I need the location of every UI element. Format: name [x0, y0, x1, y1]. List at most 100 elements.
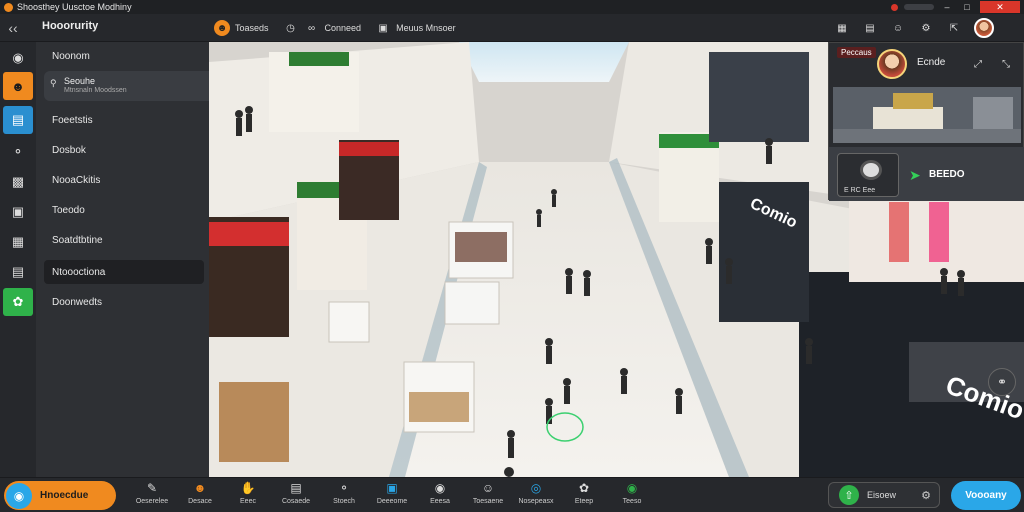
bottom-bar: ◉ Hnoecdue ✎ Oeserelee ☻ Desace ✋ Eeec ▤ Cos… — [0, 477, 1024, 512]
start-button[interactable]: ◉ Hnoecdue — [4, 481, 116, 510]
apps-icon: ✿ — [578, 481, 590, 495]
shield-icon[interactable]: ◉ — [3, 44, 33, 72]
grid-icon[interactable]: ▦ — [3, 228, 33, 256]
document-icon[interactable]: ▤ — [3, 106, 33, 134]
image-icon[interactable]: ▩ — [3, 168, 33, 196]
tool-0[interactable]: ✎ Oeserelee — [128, 480, 176, 512]
sidebar-item-0[interactable]: Noonom — [44, 44, 204, 68]
tool-label: Oeserelee — [135, 498, 169, 505]
top-toolbar: ‹‹ Hooorurity ☻ Toaseds ◷ ∞ Conneed ▣ Me… — [0, 14, 1024, 42]
share-label: Eisoew — [867, 490, 897, 500]
settings-icon[interactable]: ⚙ — [921, 489, 931, 502]
sidebar-item-2[interactable]: Dosbok — [44, 138, 204, 162]
app-window: Shoosthey Uusctoe Modhiny – □ ✕ ‹‹ Hooor… — [0, 0, 1024, 512]
leaf-icon[interactable]: ✿ — [3, 288, 33, 316]
scroll-icon[interactable]: ⚭ — [988, 368, 1016, 396]
icon-rail: ◉ ☻ ▤ ⚬ ▩ ▣ ▦ ▤ ✿ — [0, 42, 36, 477]
sidebar-item-3[interactable]: NooaCkitis — [44, 168, 204, 192]
link-icon: ∞ — [307, 22, 316, 34]
toolbar-item-label: Meuus Mnsoer — [396, 23, 456, 33]
primary-action-button[interactable]: Voooany — [951, 481, 1021, 510]
status-pill — [904, 4, 934, 10]
group-icon: ☻ — [193, 481, 207, 495]
window-controls: – □ ✕ — [891, 1, 1024, 13]
app-name: Hooorurity — [42, 20, 99, 32]
globe-icon: ◎ — [530, 481, 542, 495]
toolbar-items: ☻ Toaseds ◷ ∞ Conneed ▣ Meuus Mnsoer — [214, 18, 456, 38]
search-panel[interactable]: ⚲ Seouhe Mtnsnaln Moodssen ⚙ — [44, 71, 234, 101]
tool-8[interactable]: ◎ Nosepeasx — [512, 480, 560, 512]
connect-icon: ➤ — [909, 167, 921, 183]
back-icon[interactable]: ‹‹ — [4, 19, 22, 37]
window-title-area: Shoosthey Uusctoe Modhiny — [0, 2, 132, 12]
tool-label: Cosaede — [281, 498, 311, 505]
calendar-icon[interactable]: ▦ — [834, 20, 850, 36]
store-preview-image — [833, 87, 1021, 143]
bottom-tools: ✎ Oeserelee ☻ Desace ✋ Eeec ▤ Cosaede ⚬ Stoec… — [128, 480, 656, 512]
search-icon: ⚲ — [50, 78, 57, 88]
sidebar-item-6[interactable]: Ntoooctiona — [44, 260, 204, 284]
tool-4[interactable]: ⚬ Stoech — [320, 480, 368, 512]
record-icon — [891, 3, 898, 11]
tool-label: Eteep — [574, 498, 594, 505]
settings-icon[interactable]: ⚙ — [918, 20, 934, 36]
layout-icon[interactable]: ▤ — [862, 20, 878, 36]
camera-toggle[interactable]: E RC Eee — [837, 153, 899, 197]
participant-name: Ecnde — [917, 57, 946, 68]
security-icon: ◉ — [626, 481, 638, 495]
tool-label: Stoech — [333, 498, 355, 505]
tool-label: Eeesa — [430, 498, 450, 505]
sidebar-item-1[interactable]: Foeetstis — [44, 108, 204, 132]
maximize-button[interactable]: □ — [960, 1, 974, 13]
clock-icon: ◷ — [286, 22, 295, 34]
record-icon: ◉ — [434, 481, 446, 495]
share-control[interactable]: ⇧ Eisoew ⚙ — [828, 482, 940, 508]
chat-icon[interactable]: ⚬ — [3, 138, 33, 166]
participant-panel: Peccaus Ecnde ⤢ ⤡ E RC Eee ➤ BEEDO — [828, 42, 1024, 201]
avatar[interactable] — [974, 18, 994, 38]
window-title: Shoosthey Uusctoe Modhiny — [17, 2, 132, 12]
smile-icon[interactable]: ☺ — [890, 20, 906, 36]
toolbar-item-1[interactable]: ◷ ∞ Conneed — [283, 18, 361, 38]
minimize-button[interactable]: – — [940, 1, 954, 13]
tool-3[interactable]: ▤ Cosaede — [272, 480, 320, 512]
tool-9[interactable]: ✿ Eteep — [560, 480, 608, 512]
tool-1[interactable]: ☻ Desace — [176, 480, 224, 512]
app-logo-icon — [4, 2, 13, 12]
camera-caption: E RC Eee — [844, 187, 876, 194]
participant-header: Peccaus Ecnde ⤢ ⤡ — [829, 43, 1024, 87]
sidebar-item-5[interactable]: Soatdtbtine — [44, 228, 204, 252]
sidebar: Noonom ⚲ Seouhe Mtnsnaln Moodssen ⚙ Foee… — [36, 42, 234, 477]
chat-icon: ⚬ — [338, 481, 350, 495]
share-icon[interactable]: ⇱ — [946, 20, 962, 36]
participant-video[interactable] — [833, 87, 1021, 143]
arrow-up-icon: ⇧ — [839, 485, 859, 505]
share-screen-icon: ▣ — [386, 481, 398, 495]
camera-icon — [860, 160, 882, 180]
sidebar-item-7[interactable]: Doonwedts — [44, 290, 204, 314]
tool-5[interactable]: ▣ Deeeome — [368, 480, 416, 512]
toolbar-item-label: Toaseds — [235, 23, 269, 33]
connect-label[interactable]: BEEDO — [929, 169, 965, 180]
tool-7[interactable]: ☺ Toesaene — [464, 480, 512, 512]
camera-icon[interactable]: ▣ — [3, 198, 33, 226]
toolbar-item-2[interactable]: ▣ Meuus Mnsoer — [375, 18, 456, 38]
expand-icon[interactable]: ⤢ — [974, 59, 982, 70]
tool-label: Eeec — [240, 498, 256, 505]
collapse-icon[interactable]: ⤡ — [1002, 59, 1010, 70]
tool-6[interactable]: ◉ Eeesa — [416, 480, 464, 512]
tool-10[interactable]: ◉ Teeso — [608, 480, 656, 512]
list-icon[interactable]: ▤ — [3, 258, 33, 286]
close-button[interactable]: ✕ — [980, 1, 1020, 13]
search-caption: Mtnsnaln Moodssen — [64, 87, 127, 94]
sidebar-item-4[interactable]: Toeodo — [44, 198, 204, 222]
tool-label: Deeeome — [376, 498, 408, 505]
document-icon: ▤ — [290, 481, 302, 495]
edit-icon: ✎ — [146, 481, 158, 495]
tool-label: Teeso — [622, 498, 642, 505]
tool-label: Nosepeasx — [518, 498, 554, 505]
display-icon: ▣ — [378, 22, 388, 34]
tool-2[interactable]: ✋ Eeec — [224, 480, 272, 512]
user-icon[interactable]: ☻ — [3, 72, 33, 100]
toolbar-item-0[interactable]: ☻ Toaseds — [214, 18, 269, 38]
